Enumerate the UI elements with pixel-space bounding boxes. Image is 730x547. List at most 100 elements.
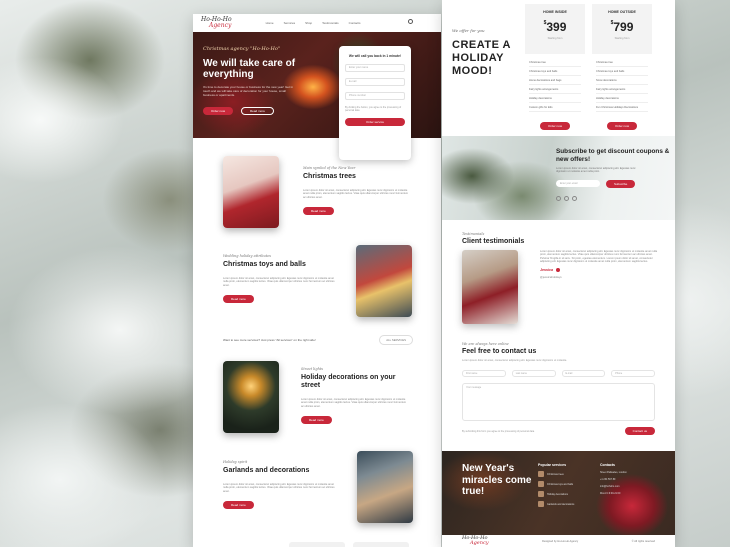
footer-services: Popular services Christmas trees Christm… — [538, 463, 574, 507]
footer-col-heading: Popular services — [538, 463, 567, 467]
footer-link[interactable]: Christmas toys and balls — [538, 481, 574, 487]
garland-photo — [357, 451, 413, 523]
pricing-title: CREATE A HOLIDAY MOOD! — [452, 39, 511, 77]
footer-section: New Year's miracles come true! Popular s… — [442, 451, 675, 535]
testimonials-section: Testimonials Client testimonials Lorem i… — [442, 220, 675, 328]
last-name-field[interactable]: Last name — [511, 370, 556, 377]
footer-link[interactable]: Garlands and decorations — [538, 501, 574, 507]
message-textarea[interactable]: Your message — [462, 383, 655, 421]
footer-logo[interactable]: Ho-Ho-Ho Agency — [462, 536, 489, 546]
price-value: 399 — [546, 20, 567, 34]
contact-email-field[interactable]: E-mail — [561, 370, 606, 377]
landing-page-left: Ho-Ho-Ho Agency Home Services Shop Testi… — [193, 14, 441, 547]
client-name: Jessica — [540, 268, 658, 272]
plan-name: HOME INSIDE — [543, 10, 567, 14]
hero-read-more-button[interactable]: Read more — [241, 107, 274, 115]
client-name-text: Jessica — [540, 267, 553, 272]
feature-street: Street lights Holiday decorations on you… — [301, 367, 409, 426]
subscribe-text: Lorem ipsum dolor sit amet, consectetur … — [556, 167, 636, 174]
contact-section: We are always here online Feel free to c… — [442, 328, 675, 435]
feature-kicker: Holiday spirit — [223, 460, 248, 464]
plan-item: Fairy lights arrangements — [529, 85, 581, 94]
form-title: We will call you back in 1 minute! — [348, 54, 402, 58]
feature-text: Lorem ipsum dolor sit amet, consectetur … — [223, 483, 335, 493]
plan-item: Christmas toys and balls — [596, 67, 648, 76]
tab[interactable] — [353, 542, 409, 547]
nav-link-shop[interactable]: Shop — [305, 21, 312, 25]
footer-link[interactable]: Holiday decorations — [538, 491, 574, 497]
footer-link-text: Garlands and decorations — [547, 502, 575, 506]
instagram-icon[interactable] — [564, 195, 569, 201]
plan-price: $399 — [525, 20, 585, 34]
hero-title: We will take care of everything — [203, 58, 296, 80]
button-label: Read more — [231, 503, 246, 508]
cta-text: Want to see more services? Just press "A… — [223, 338, 316, 342]
footer-contact-item[interactable]: info@hohoho.com — [600, 485, 627, 488]
testimonials-kicker: Testimonials — [462, 232, 485, 236]
plan-card-home-outside: HOME OUTSIDE $799 Starting from Christma… — [592, 4, 652, 134]
plan-order-button[interactable]: Order now — [606, 122, 637, 130]
first-name-field[interactable]: First name — [462, 370, 506, 377]
tab[interactable] — [289, 542, 345, 547]
designed-by: Designed by Ho-Ho-Ho Agency — [542, 539, 579, 543]
nav-link-testimonials[interactable]: Testimonials — [322, 21, 339, 25]
hero-order-button[interactable]: Order now — [203, 107, 234, 115]
footer-contact-text: Street Palisades, London — [600, 471, 627, 474]
landing-page-right: We offer for you CREATE A HOLIDAY MOOD! … — [442, 0, 675, 547]
christmas-tree-photo — [223, 156, 279, 228]
feature-text: Lorem ipsum dolor sit amet, consectetur … — [301, 398, 407, 408]
facebook-icon[interactable] — [556, 195, 561, 201]
subscribe-email-input[interactable]: Enter your email — [556, 180, 600, 188]
plan-order-button[interactable]: Order now — [539, 122, 570, 130]
all-services-button[interactable]: ALL SERVICES — [379, 335, 413, 345]
feature-read-more-button[interactable]: Read more — [223, 295, 254, 304]
subscribe-section: Subscribe to get discount coupons & new … — [442, 136, 675, 220]
subscribe-button[interactable]: Subscribe — [606, 179, 636, 188]
search-icon[interactable] — [408, 19, 413, 24]
footer-col-heading: Contacts — [600, 463, 615, 467]
phone-field[interactable]: Phone number — [345, 92, 405, 100]
brand-logo[interactable]: Ho-Ho-Ho Agency — [201, 17, 232, 29]
nav-link-contacts[interactable]: Contacts — [349, 21, 361, 25]
plan-per: Starting from — [547, 37, 563, 40]
name-field[interactable]: Enter your name — [345, 64, 405, 72]
feature-read-more-button[interactable]: Read more — [303, 207, 334, 216]
contact-phone-field[interactable]: Phone — [611, 370, 655, 377]
feature-read-more-button[interactable]: Read more — [301, 416, 332, 425]
nav-link-home[interactable]: Home — [266, 21, 274, 25]
feature-kicker: Wedding holiday attributes — [223, 254, 272, 258]
footer-link-text: Christmas toys and balls — [547, 482, 574, 486]
plan-item: Christmas toys and balls — [529, 67, 581, 76]
order-service-button[interactable]: Order service — [345, 118, 405, 126]
client-photo — [462, 250, 518, 324]
plan-price: $799 — [592, 20, 652, 34]
plan-item: Home decorations and bags — [529, 76, 581, 85]
nav-link-services[interactable]: Services — [284, 21, 296, 25]
subscribe-title: Subscribe to get discount coupons & new … — [556, 148, 670, 163]
feature-text: Lorem ipsum dolor sit amet, consectetur … — [303, 189, 409, 199]
contact-title: Feel free to contact us — [462, 348, 537, 355]
footer-title: New Year's miracles come true! — [462, 463, 532, 497]
feature-toys: Wedding holiday attributes Christmas toy… — [223, 254, 335, 305]
footer-contact-text: info@hohoho.com — [600, 485, 620, 488]
footer-bar: Ho-Ho-Ho Agency Designed by Ho-Ho-Ho Age… — [442, 535, 675, 547]
feature-read-more-button[interactable]: Read more — [223, 501, 254, 510]
twitter-icon[interactable] — [572, 195, 577, 201]
plan-item: Snow decorations — [596, 76, 648, 85]
contact-kicker: We are always here online — [462, 342, 509, 346]
button-label: Read more — [311, 209, 326, 214]
footer-link-text: Christmas trees — [547, 472, 564, 476]
footer-link[interactable]: Christmas trees — [538, 471, 574, 477]
feature-kicker: Street lights — [301, 367, 324, 371]
plan-item: Holiday decorations — [529, 94, 581, 103]
client-handle[interactable]: @jessicaholidays — [540, 275, 658, 279]
callback-form: We will call you back in 1 minute! Enter… — [339, 46, 411, 160]
footer-contact-item[interactable]: +1 234 567 89 — [600, 478, 627, 481]
pricing-section: We offer for you CREATE A HOLIDAY MOOD! … — [442, 0, 675, 136]
email-field[interactable]: E-mail — [345, 78, 405, 86]
heart-icon — [556, 267, 560, 272]
contact-us-button[interactable]: Contact us — [624, 427, 655, 435]
plan-item: Holiday decorations — [596, 94, 648, 103]
feature-garlands: Holiday spirit Garlands and decorations … — [223, 460, 335, 511]
footer-link-text: Holiday decorations — [547, 492, 568, 496]
